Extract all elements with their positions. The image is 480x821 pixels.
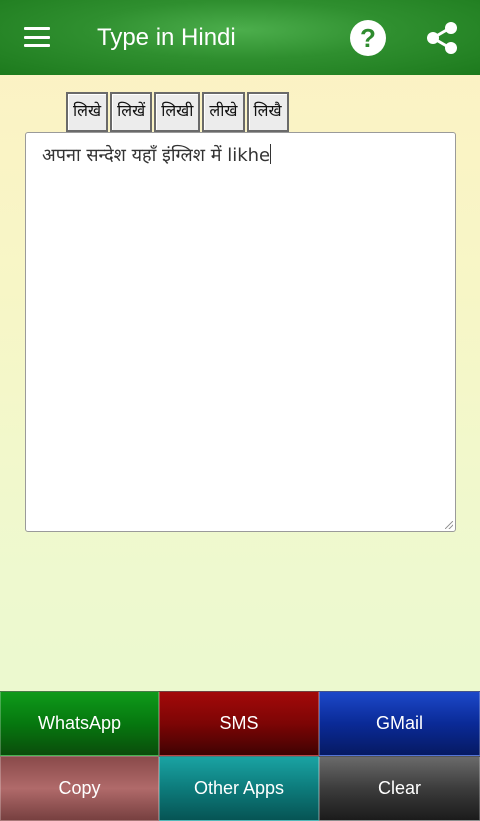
- gmail-button[interactable]: GMail: [319, 691, 480, 756]
- suggestion-item[interactable]: लीखे: [202, 92, 245, 132]
- suggestion-item[interactable]: लिखी: [154, 92, 201, 132]
- suggestion-item[interactable]: लिखै: [246, 92, 289, 132]
- suggestion-bar: लिखे लिखें लिखी लीखे लिखै: [66, 92, 291, 132]
- suggestion-item[interactable]: लिखे: [66, 92, 109, 132]
- suggestion-item[interactable]: लिखें: [110, 92, 153, 132]
- clear-button[interactable]: Clear: [319, 756, 480, 821]
- app-bar: Type in Hindi ?: [0, 0, 480, 75]
- whatsapp-button[interactable]: WhatsApp: [0, 691, 159, 756]
- share-icon[interactable]: [424, 20, 460, 56]
- text-caret: [270, 144, 272, 164]
- page-title: Type in Hindi: [97, 24, 236, 51]
- other-apps-button[interactable]: Other Apps: [159, 756, 319, 821]
- resize-handle-icon[interactable]: [445, 521, 453, 529]
- copy-button[interactable]: Copy: [0, 756, 159, 821]
- help-icon[interactable]: ?: [350, 20, 386, 56]
- message-text: अपना सन्देश यहाँ इंग्लिश में likhe: [42, 145, 271, 166]
- sms-button[interactable]: SMS: [159, 691, 319, 756]
- hamburger-menu-icon[interactable]: [24, 27, 50, 47]
- message-textarea[interactable]: अपना सन्देश यहाँ इंग्लिश में likhe: [25, 132, 456, 532]
